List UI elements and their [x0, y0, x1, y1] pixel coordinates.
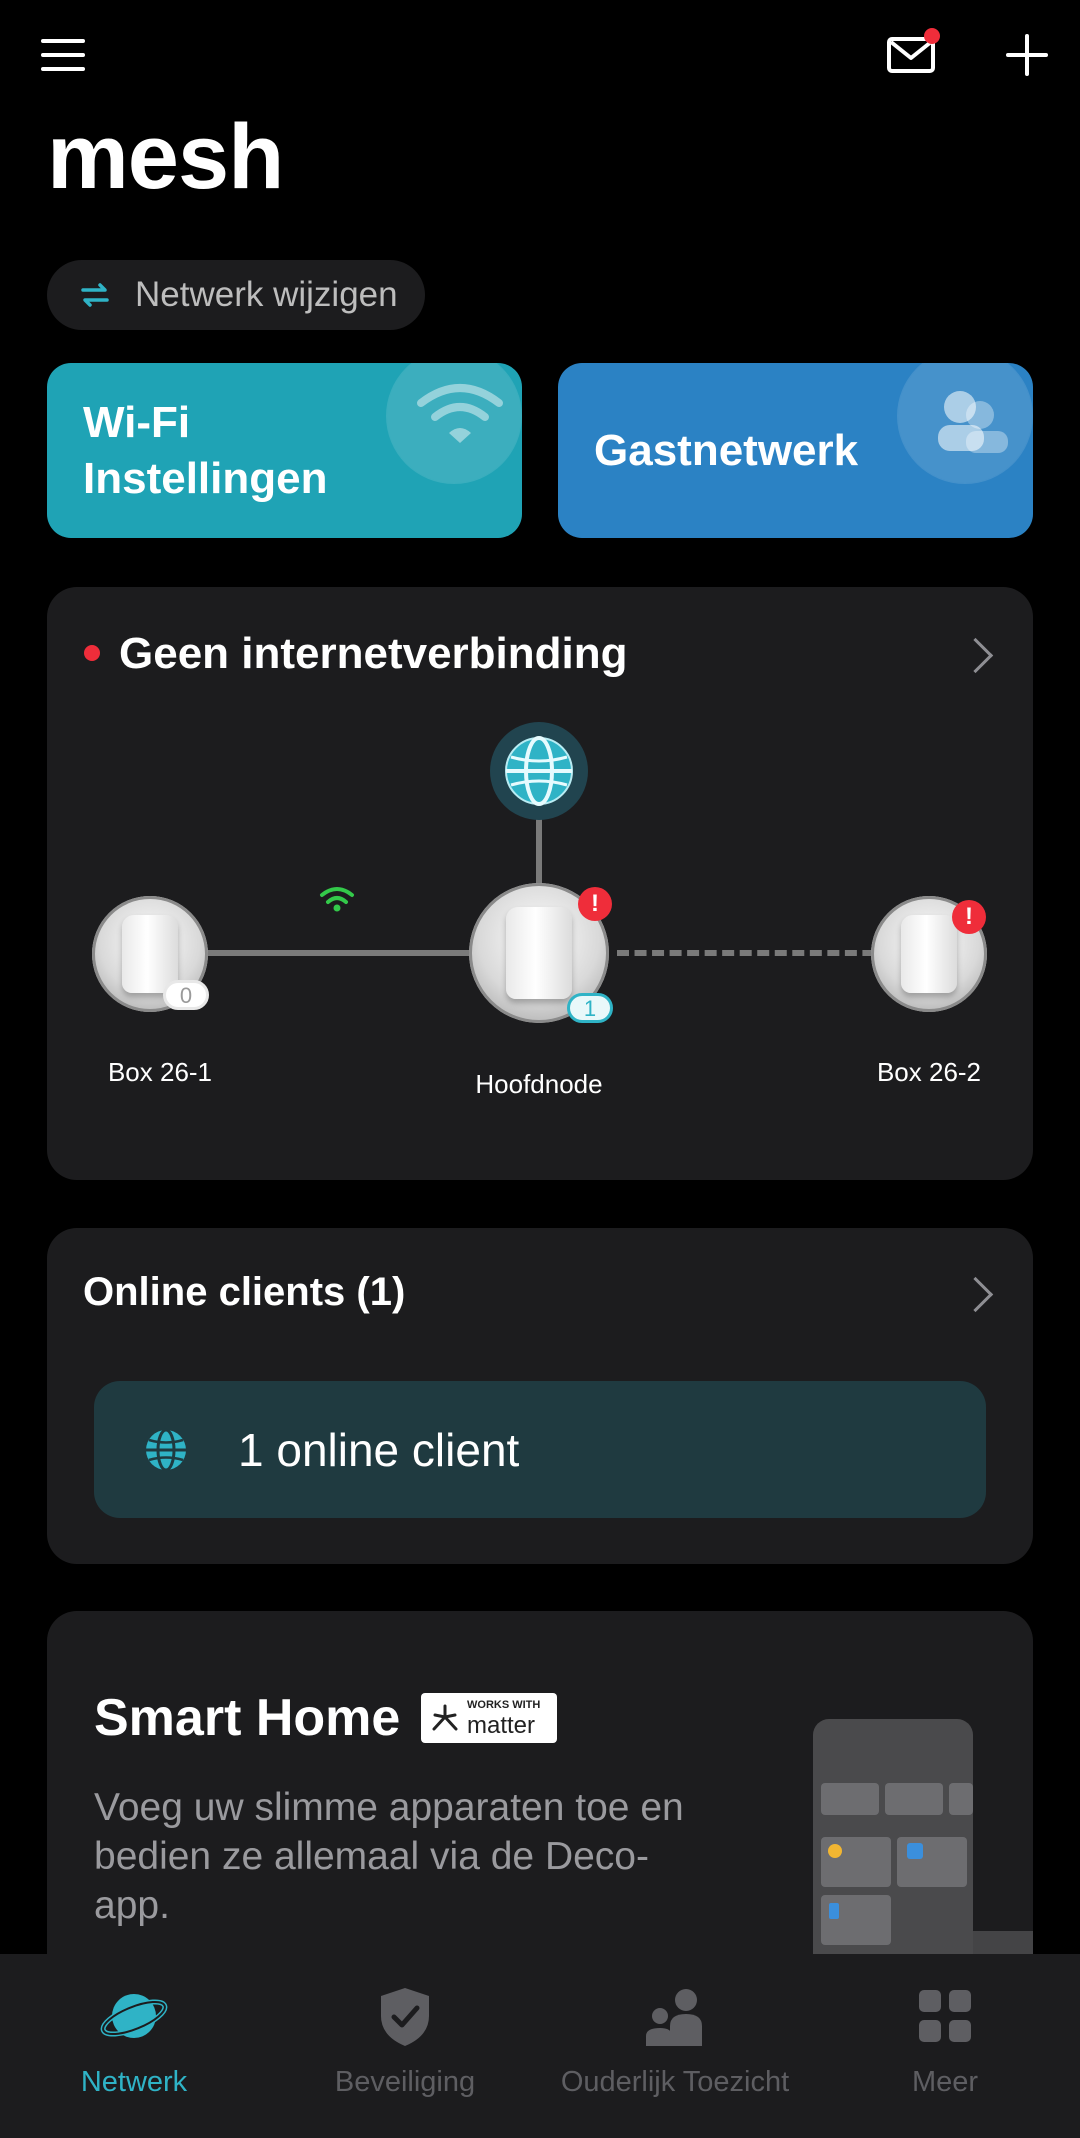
wifi-settings-tile[interactable]: Wi-Fi Instellingen	[47, 363, 522, 538]
online-client-summary[interactable]: 1 online client	[94, 1381, 986, 1518]
menu-button[interactable]	[38, 34, 88, 76]
topology-card[interactable]: Geen internetverbinding 0 Box 26-1 ! 1 H…	[47, 587, 1033, 1180]
matter-logo-icon	[432, 1704, 458, 1731]
shield-check-icon	[381, 1988, 429, 2046]
node-main-warning-icon: !	[578, 887, 612, 921]
internet-node[interactable]	[490, 722, 588, 820]
bottom-navigation: Netwerk Beveiliging Ouderlijk Toezicht M…	[0, 1954, 1080, 2138]
smart-home-card[interactable]: Smart Home WORKS WITH matter Voeg uw sli…	[47, 1611, 1033, 2011]
wifi-icon	[417, 384, 503, 443]
messages-button[interactable]	[884, 26, 940, 80]
online-clients-card[interactable]: Online clients (1) 1 online client	[47, 1228, 1033, 1564]
tab-netwerk[interactable]: Netwerk	[24, 1954, 244, 2138]
uplink-line	[536, 817, 542, 887]
wifi-tile-label-line1: Wi-Fi	[83, 397, 191, 447]
tab-meer-label: Meer	[911, 2066, 979, 2098]
change-network-label: Netwerk wijzigen	[135, 275, 398, 314]
users-icon	[938, 391, 1008, 453]
guest-tile-label: Gastnetwerk	[594, 425, 859, 475]
online-client-summary-label: 1 online client	[238, 1423, 520, 1476]
chevron-right-icon	[957, 1276, 994, 1313]
parent-child-icon	[646, 1989, 702, 2046]
connection-status: Geen internetverbinding	[119, 629, 628, 678]
online-clients-title: Online clients (1)	[83, 1270, 406, 1314]
planet-icon	[100, 1994, 168, 2038]
wifi-tile-label-line2: Instellingen	[83, 453, 328, 503]
page-title: mesh	[47, 106, 284, 208]
node-box-26-1-client-badge: 0	[163, 980, 209, 1010]
guest-network-tile[interactable]: Gastnetwerk	[558, 363, 1033, 538]
smart-home-title: Smart Home	[94, 1689, 401, 1747]
node-main-label: Hoofdnode	[475, 1069, 603, 1099]
change-network-button[interactable]: Netwerk wijzigen	[47, 260, 425, 330]
tab-netwerk-label: Netwerk	[80, 2066, 188, 2098]
globe-icon	[505, 736, 573, 806]
node-main-client-badge: 1	[567, 993, 613, 1023]
tab-beveiliging[interactable]: Beveiliging	[295, 1954, 515, 2138]
grid-icon	[919, 1990, 971, 2042]
chevron-right-icon	[957, 637, 994, 674]
wifi-signal-icon	[320, 887, 354, 912]
status-dot	[84, 645, 100, 661]
tab-beveiliging-label: Beveiliging	[334, 2066, 476, 2098]
hamburger-menu-icon	[41, 39, 85, 71]
node-box-26-2-warning-icon: !	[952, 900, 986, 934]
notification-dot	[924, 28, 940, 44]
plus-icon	[1006, 34, 1048, 76]
swap-arrows-icon	[81, 283, 109, 307]
matter-badge: WORKS WITH matter	[421, 1693, 557, 1743]
node-box-26-1-label: Box 26-1	[107, 1057, 213, 1087]
matter-badge-big: matter	[467, 1712, 536, 1739]
matter-badge-small: WORKS WITH	[467, 1699, 541, 1711]
node-box-26-2-label: Box 26-2	[876, 1057, 982, 1087]
globe-icon	[146, 1428, 186, 1471]
tab-ouderlijk-toezicht-label: Ouderlijk Toezicht	[560, 2066, 790, 2098]
tab-meer[interactable]: Meer	[835, 1954, 1055, 2138]
smart-home-description: Voeg uw slimme apparaten toe en bedien z…	[94, 1786, 684, 1927]
add-button[interactable]	[1002, 30, 1052, 80]
tab-ouderlijk-toezicht[interactable]: Ouderlijk Toezicht	[540, 1954, 810, 2138]
